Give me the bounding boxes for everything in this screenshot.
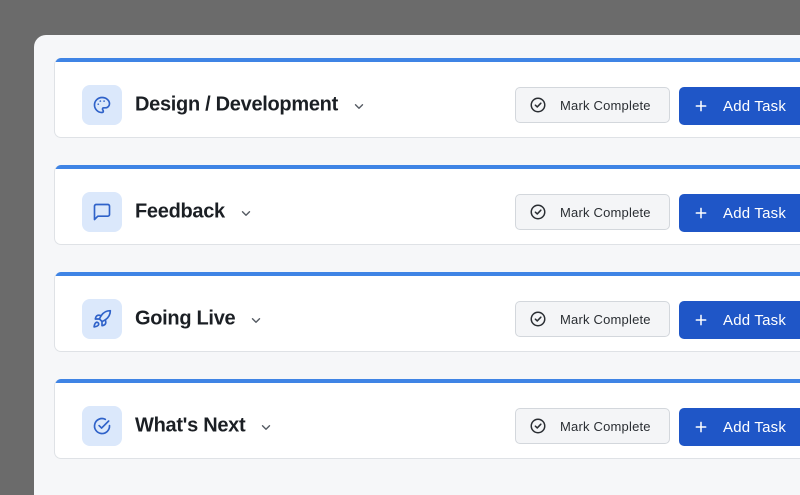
- mark-complete-button[interactable]: Mark Complete: [515, 87, 670, 123]
- plus-icon: [695, 314, 707, 326]
- check-circle-icon: [530, 311, 546, 327]
- circle-check-icon: [93, 417, 111, 435]
- palette-icon: [93, 96, 111, 114]
- check-circle-icon: [530, 418, 546, 434]
- add-task-label: Add Task: [723, 204, 787, 222]
- plus-icon: [695, 207, 707, 219]
- mark-complete-button[interactable]: Mark Complete: [515, 408, 670, 444]
- add-task-button[interactable]: Add Task: [679, 194, 800, 232]
- phase-card-design-development: Design / Development Mark Complete Add T…: [54, 58, 800, 138]
- mark-complete-button[interactable]: Mark Complete: [515, 301, 670, 337]
- rocket-icon: [93, 309, 112, 328]
- add-task-label: Add Task: [723, 311, 787, 329]
- add-task-label: Add Task: [723, 97, 787, 115]
- phase-accent-bar: [55, 58, 800, 62]
- phase-accent-bar: [55, 272, 800, 276]
- plus-icon: [695, 100, 707, 112]
- chevron-down-icon[interactable]: [239, 206, 253, 220]
- message-square-icon: [93, 203, 111, 221]
- phase-title[interactable]: Going Live: [135, 308, 263, 331]
- phase-title-text: What's Next: [135, 414, 246, 437]
- phase-icon-tile: [82, 85, 122, 125]
- phase-icon-tile: [82, 406, 122, 446]
- phase-title-text: Going Live: [135, 307, 236, 330]
- chevron-down-icon[interactable]: [249, 313, 263, 327]
- mark-complete-label: Mark Complete: [560, 418, 651, 434]
- phase-title[interactable]: Feedback: [135, 201, 253, 224]
- add-task-button[interactable]: Add Task: [679, 408, 800, 446]
- add-task-button[interactable]: Add Task: [679, 87, 800, 125]
- phase-card-whats-next: What's Next Mark Complete Add Task: [54, 379, 800, 459]
- phase-icon-tile: [82, 192, 122, 232]
- phase-title[interactable]: Design / Development: [135, 94, 366, 117]
- phase-accent-bar: [55, 379, 800, 383]
- phase-title-text: Feedback: [135, 200, 225, 223]
- mark-complete-label: Mark Complete: [560, 311, 651, 327]
- check-circle-icon: [530, 97, 546, 113]
- chevron-down-icon[interactable]: [352, 99, 366, 113]
- phase-icon-tile: [82, 299, 122, 339]
- phase-card-feedback: Feedback Mark Complete Add Task: [54, 165, 800, 245]
- phase-card-going-live: Going Live Mark Complete Add Task: [54, 272, 800, 352]
- mark-complete-label: Mark Complete: [560, 97, 651, 113]
- mark-complete-label: Mark Complete: [560, 204, 651, 220]
- check-circle-icon: [530, 204, 546, 220]
- app-window: Design / Development Mark Complete Add T…: [34, 35, 800, 495]
- add-task-button[interactable]: Add Task: [679, 301, 800, 339]
- phase-title-text: Design / Development: [135, 93, 338, 116]
- chevron-down-icon[interactable]: [259, 420, 273, 434]
- mark-complete-button[interactable]: Mark Complete: [515, 194, 670, 230]
- plus-icon: [695, 421, 707, 433]
- phase-title[interactable]: What's Next: [135, 415, 273, 438]
- add-task-label: Add Task: [723, 418, 787, 436]
- phase-accent-bar: [55, 165, 800, 169]
